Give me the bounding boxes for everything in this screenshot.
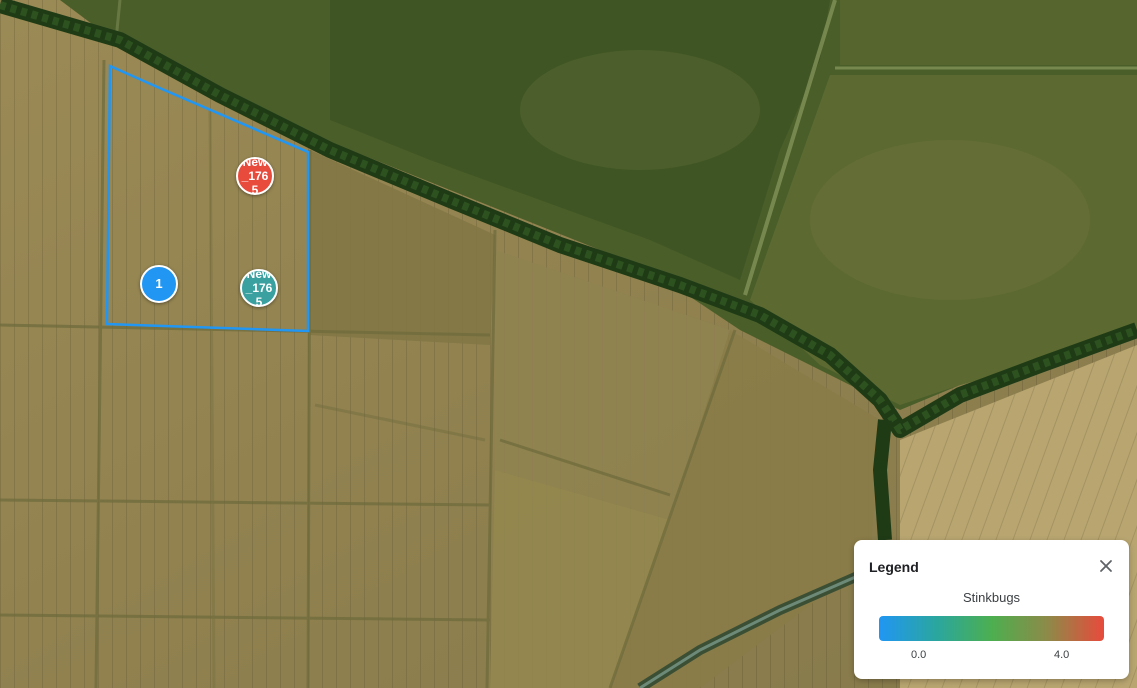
trap-marker-low[interactable]: New_1765	[240, 269, 278, 307]
trap-marker-high[interactable]: New_1765	[236, 157, 274, 195]
legend-panel: Legend Stinkbugs 0.0 4.0	[854, 540, 1129, 679]
legend-max-label: 4.0	[1054, 649, 1070, 661]
legend-series-name: Stinkbugs	[962, 590, 1021, 605]
legend-title: Legend	[869, 559, 919, 575]
legend-min-label: 0.0	[911, 649, 927, 661]
close-icon[interactable]	[1097, 557, 1115, 575]
legend-gradient-bar	[879, 616, 1104, 641]
cluster-marker[interactable]: 1	[140, 265, 178, 303]
